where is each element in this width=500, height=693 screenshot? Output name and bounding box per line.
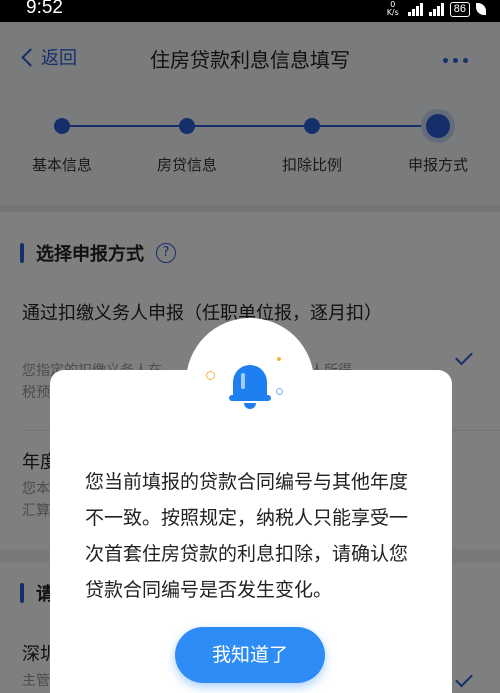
decor-circle bbox=[276, 388, 283, 395]
status-time: 9:52 bbox=[26, 0, 63, 18]
signal-icon bbox=[407, 2, 423, 16]
leaf-icon bbox=[476, 3, 486, 15]
dialog-message: 您当前填报的贷款合同编号与其他年度不一致。按照规定，纳税人只能享受一次首套住房贷… bbox=[85, 471, 409, 601]
acknowledge-button[interactable]: 我知道了 bbox=[175, 627, 325, 683]
decor-dot bbox=[277, 357, 281, 361]
battery-icon: 86 bbox=[449, 1, 470, 17]
decor-circle bbox=[206, 371, 215, 380]
status-bar: 9:52 0 K/s 86 bbox=[0, 0, 500, 22]
net-speed: 0 K/s bbox=[386, 0, 399, 17]
signal-icon bbox=[428, 2, 444, 16]
status-icons: 0 K/s 86 bbox=[384, 1, 486, 17]
bell-icon bbox=[229, 363, 273, 411]
